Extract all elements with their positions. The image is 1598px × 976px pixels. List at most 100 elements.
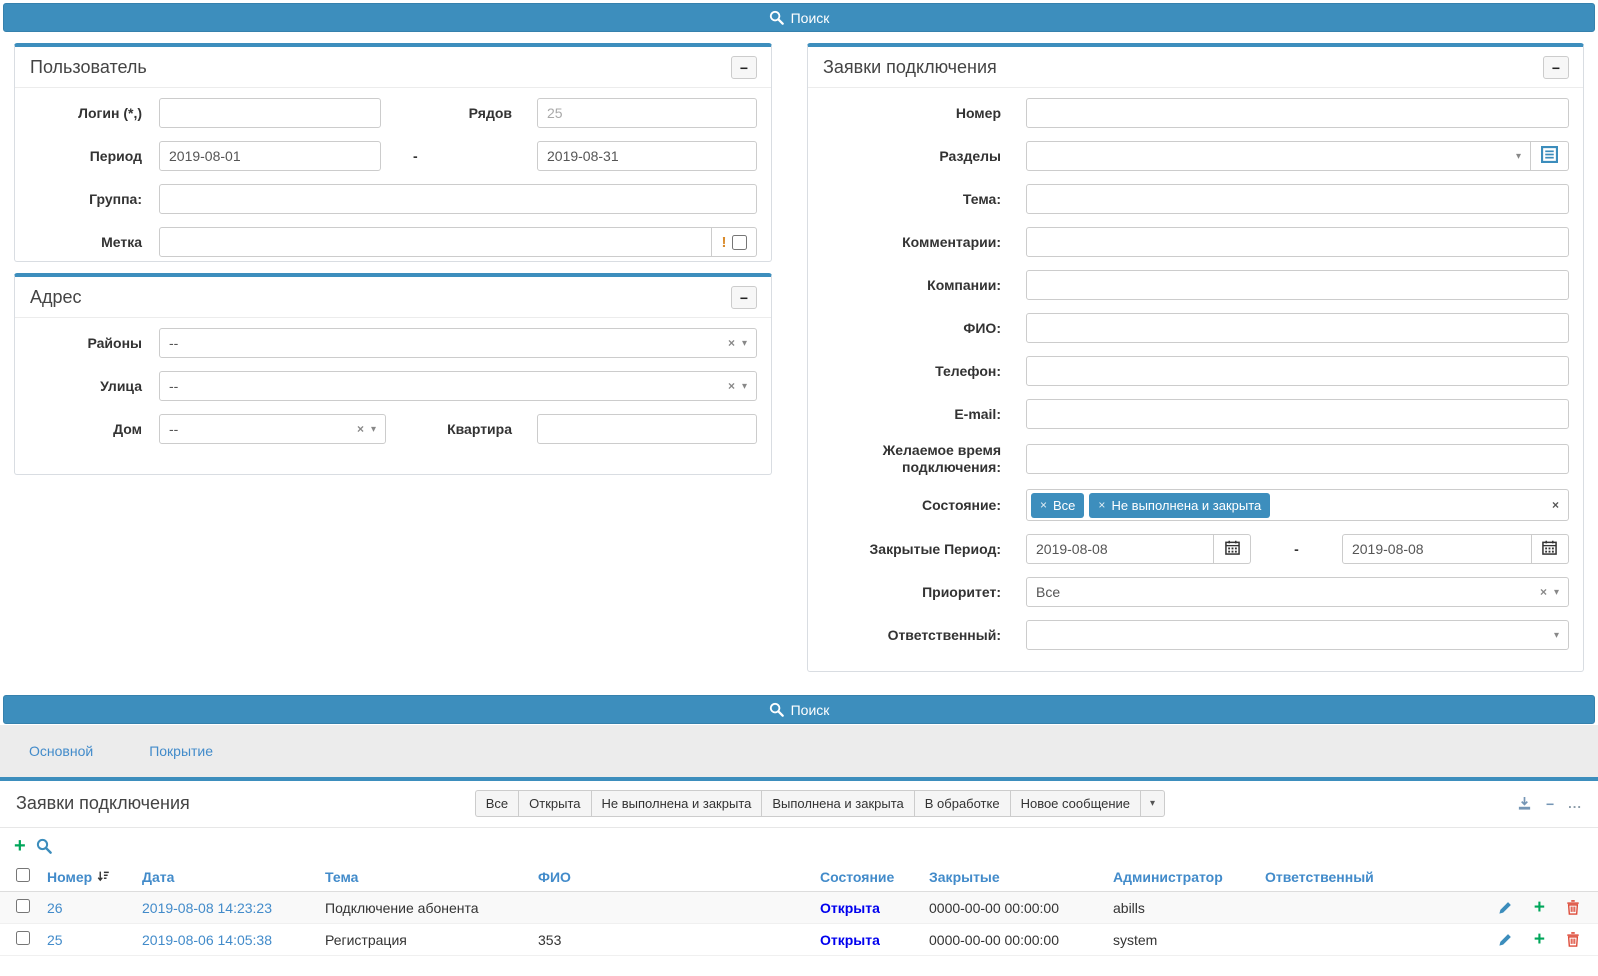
sections-label: Разделы [823, 148, 1001, 165]
closed-to-input[interactable] [1342, 534, 1532, 564]
edit-icon[interactable] [1498, 900, 1513, 915]
street-select[interactable]: -- × ▾ [159, 371, 757, 401]
column-header-number[interactable]: Номер [47, 869, 142, 885]
filter-more-dropdown[interactable]: ▾ [1140, 790, 1165, 817]
request-date-link[interactable]: 2019-08-08 14:23:23 [142, 900, 325, 916]
tab-osnovnoy[interactable]: Основной [15, 735, 107, 767]
request-fio: 353 [538, 932, 820, 948]
request-state-link[interactable]: Открыта [820, 900, 929, 916]
add-request-icon[interactable]: + [14, 838, 26, 854]
add-icon[interactable]: + [1534, 933, 1545, 947]
delete-icon[interactable] [1566, 900, 1580, 915]
search-button-bottom[interactable]: Поиск [3, 695, 1595, 724]
comments-input[interactable] [1026, 227, 1569, 257]
column-header-closed[interactable]: Закрытые [929, 869, 1113, 885]
sections-list-button[interactable] [1531, 141, 1569, 171]
request-state-link[interactable]: Открыта [820, 932, 929, 948]
rows-input[interactable] [537, 98, 757, 128]
sort-icon[interactable] [97, 870, 110, 883]
state-label: Состояние: [823, 497, 1001, 514]
subject-input[interactable] [1026, 184, 1569, 214]
clear-icon[interactable]: × [728, 379, 735, 393]
chevron-down-icon: ▾ [1150, 798, 1155, 809]
phone-label: Телефон: [823, 363, 1001, 380]
select-all-checkbox[interactable] [16, 868, 30, 882]
dash-separator: - [1294, 541, 1299, 557]
clear-icon[interactable]: × [1540, 585, 1547, 599]
desired-time-input[interactable] [1026, 444, 1569, 474]
apartment-input[interactable] [537, 414, 757, 444]
edit-icon[interactable] [1498, 932, 1513, 947]
request-number-link[interactable]: 25 [47, 932, 142, 948]
collapse-button[interactable]: − [1543, 56, 1569, 79]
filter-inprogress-button[interactable]: В обработке [914, 790, 1010, 817]
districts-select[interactable]: -- × ▾ [159, 328, 757, 358]
group-label: Группа: [30, 191, 142, 208]
clear-icon[interactable]: × [1552, 498, 1559, 512]
group-input[interactable] [159, 184, 757, 214]
filter-notdone-closed-button[interactable]: Не выполнена и закрыта [591, 790, 762, 817]
collapse-icon[interactable]: − [1546, 796, 1554, 812]
responsible-select[interactable]: ▾ [1026, 620, 1569, 650]
list-icon [1541, 146, 1558, 166]
state-tag[interactable]: × Не выполнена и закрыта [1089, 493, 1270, 518]
collapse-button[interactable]: − [731, 286, 757, 309]
column-header-responsible[interactable]: Ответственный [1265, 869, 1455, 885]
column-header-subject[interactable]: Тема [325, 869, 538, 885]
address-panel-title: Адрес [30, 287, 82, 308]
tag-input[interactable] [159, 227, 712, 257]
period-from-input[interactable] [159, 141, 381, 171]
period-to-input[interactable] [537, 141, 757, 171]
datepicker-button[interactable] [1532, 534, 1569, 564]
filter-done-closed-button[interactable]: Выполнена и закрыта [761, 790, 913, 817]
phone-input[interactable] [1026, 356, 1569, 386]
address-panel: Адрес − Районы -- × ▾ Улица -- × ▾ Дом -… [14, 273, 772, 475]
priority-select[interactable]: Все × ▾ [1026, 577, 1569, 607]
collapse-button[interactable]: − [731, 56, 757, 79]
number-input[interactable] [1026, 98, 1569, 128]
dash-separator: - [413, 148, 418, 164]
clear-icon[interactable]: × [357, 422, 364, 436]
column-header-admin[interactable]: Администратор [1113, 869, 1265, 885]
results-title: Заявки подключения [16, 793, 190, 814]
more-options-icon[interactable]: ... [1568, 796, 1582, 811]
row-checkbox[interactable] [16, 931, 30, 945]
column-header-fio[interactable]: ФИО [538, 869, 820, 885]
house-value: -- [169, 421, 357, 437]
login-label: Логин (*,) [30, 105, 142, 122]
email-input[interactable] [1026, 399, 1569, 429]
house-select[interactable]: -- × ▾ [159, 414, 386, 444]
filter-open-button[interactable]: Открыта [518, 790, 590, 817]
tag-not-checkbox[interactable] [732, 235, 747, 250]
filter-all-button[interactable]: Все [475, 790, 518, 817]
request-closed: 0000-00-00 00:00:00 [929, 932, 1113, 948]
row-checkbox[interactable] [16, 899, 30, 913]
datepicker-button[interactable] [1214, 534, 1251, 564]
export-icon[interactable] [1517, 796, 1532, 811]
period-label: Период [30, 148, 142, 165]
add-icon[interactable]: + [1534, 901, 1545, 915]
apartment-label: Квартира [400, 421, 512, 438]
state-tag[interactable]: × Все [1031, 493, 1084, 518]
sections-select[interactable]: ▾ [1026, 141, 1531, 171]
request-date-link[interactable]: 2019-08-06 14:05:38 [142, 932, 325, 948]
request-number-link[interactable]: 26 [47, 900, 142, 916]
column-header-state[interactable]: Состояние [820, 869, 929, 885]
company-input[interactable] [1026, 270, 1569, 300]
street-label: Улица [30, 378, 142, 395]
fio-input[interactable] [1026, 313, 1569, 343]
closed-from-input[interactable] [1026, 534, 1214, 564]
clear-icon[interactable]: × [728, 336, 735, 350]
filter-newmessage-button[interactable]: Новое сообщение [1010, 790, 1140, 817]
delete-icon[interactable] [1566, 932, 1580, 947]
login-input[interactable] [159, 98, 381, 128]
chevron-down-icon: ▾ [1516, 151, 1521, 162]
comments-label: Комментарии: [823, 234, 1001, 251]
column-header-date[interactable]: Дата [142, 869, 325, 885]
remove-tag-icon[interactable]: × [1040, 498, 1047, 512]
search-button-top[interactable]: Поиск [3, 3, 1595, 32]
table-search-icon[interactable] [36, 838, 52, 854]
state-multiselect[interactable]: × Все × Не выполнена и закрыта × [1026, 489, 1569, 521]
remove-tag-icon[interactable]: × [1098, 498, 1105, 512]
tab-pokrytie[interactable]: Покрытие [135, 735, 227, 767]
